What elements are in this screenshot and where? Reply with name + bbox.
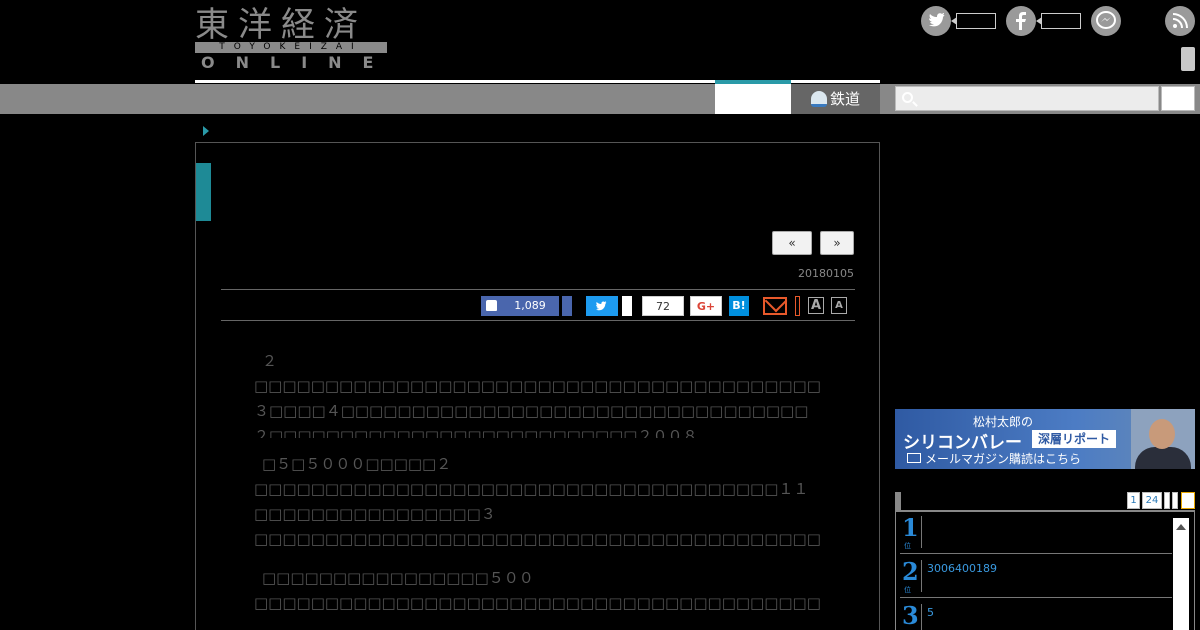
twitter-icon[interactable]: [921, 6, 951, 36]
facebook-like-button[interactable]: 1,089: [481, 296, 559, 316]
rank-number: 3: [902, 601, 919, 630]
newsletter-banner[interactable]: 松村太郎の シリコンバレー 深層リポート メールマガジン購読はこちら: [895, 409, 1195, 469]
tweet-button[interactable]: [586, 296, 618, 316]
rank-number: 1: [902, 513, 919, 542]
hatena-bookmark-button[interactable]: B!: [729, 296, 749, 316]
rank-separator: [921, 604, 922, 630]
article-title-accent: [196, 163, 211, 221]
article-paragraph: □□□□□□□□□□□□□□□□５００□□□□□□□□□□□□□□□□□□□□□…: [254, 569, 820, 612]
font-size-large-button[interactable]: A: [808, 297, 824, 314]
twitter-bird-glyph: [929, 13, 945, 27]
rank-separator: [921, 516, 922, 548]
logo-kanji: 東洋経済: [195, 5, 367, 45]
train-icon: [811, 91, 827, 107]
ranking-nav-tab-b[interactable]: [1172, 492, 1178, 509]
article-date: 20180105: [798, 267, 854, 280]
rss-glyph: [1172, 13, 1188, 29]
rank-separator: [921, 560, 922, 592]
site-logo[interactable]: 東洋経済 TOYOKEIZAI ONLINE: [195, 6, 388, 72]
rank-title: 3006400189: [927, 562, 997, 575]
search-icon: [902, 92, 913, 103]
article-card: « » 20180105 1,089 72 G+ B! A A ２□□□□□□□…: [195, 142, 880, 630]
nav-item-active[interactable]: [715, 84, 791, 114]
rss-icon[interactable]: [1165, 6, 1195, 36]
print-button[interactable]: [795, 296, 800, 316]
envelope-icon: [907, 453, 921, 463]
ranking-item[interactable]: 2 位 3006400189: [900, 554, 1172, 598]
ranking-nav-tab-a[interactable]: [1164, 492, 1170, 509]
ranking-scrollbar[interactable]: [1173, 518, 1189, 630]
rank-number: 2: [902, 557, 919, 586]
tweet-count-bubble: [622, 296, 632, 316]
like-count: 1,089: [514, 299, 546, 312]
facebook-count-bubble: [1036, 13, 1081, 29]
twitter-icon: [596, 301, 607, 311]
nav-item-railway-label: 鉄道: [830, 90, 861, 108]
ranking-item[interactable]: 3 位 5: [900, 598, 1172, 630]
thumbs-up-icon: [486, 300, 497, 311]
rank-title: 5: [927, 606, 934, 619]
page: 東洋経済 TOYOKEIZAI ONLINE 鉄道 « » 20180105 1…: [0, 0, 1200, 630]
rank-suffix: 位: [904, 542, 911, 550]
font-size-small-button[interactable]: A: [831, 297, 847, 314]
messenger-glyph: [1096, 11, 1116, 29]
google-plus-button[interactable]: G+: [690, 296, 722, 316]
author-photo-suit: [1135, 447, 1191, 469]
banner-badge: 深層リポート: [1032, 430, 1117, 448]
search-input[interactable]: [895, 86, 1159, 111]
share-bar-top-rule: [221, 289, 855, 290]
pocket-button[interactable]: 72: [642, 296, 684, 316]
banner-subtitle: メールマガジン購読はこちら: [925, 452, 1082, 466]
breadcrumb-arrow-icon[interactable]: [203, 126, 209, 136]
rank-suffix: 位: [904, 586, 911, 594]
nav-item-railway[interactable]: 鉄道: [791, 84, 880, 114]
facebook-share-button[interactable]: [562, 296, 572, 316]
article-paragraph: ２□□□□□□□□□□□□□□□□□□□□□□□□□□□□□□□□□□□□□□□…: [254, 352, 820, 438]
share-bar-bottom-rule: [221, 320, 855, 321]
article-body: ２□□□□□□□□□□□□□□□□□□□□□□□□□□□□□□□□□□□□□□□…: [254, 349, 820, 630]
messenger-icon[interactable]: [1091, 6, 1121, 36]
ranking-nav-1[interactable]: 1: [1127, 492, 1140, 509]
prev-page-button[interactable]: «: [772, 231, 812, 255]
scroll-up-icon[interactable]: [1176, 524, 1186, 530]
logo-roman: TOYOKEIZAI: [195, 42, 387, 53]
logo-online: ONLINE: [201, 53, 395, 72]
facebook-icon[interactable]: [1006, 6, 1036, 36]
ranking-nav-tab-c[interactable]: [1181, 492, 1195, 509]
twitter-count-bubble: [951, 13, 996, 29]
mail-icon[interactable]: [763, 297, 787, 315]
ranking-tab-marker: [895, 492, 901, 510]
pocket-count: 72: [656, 300, 670, 313]
login-button[interactable]: [1181, 47, 1195, 71]
article-paragraph: □５□５０００□□□□□２□□□□□□□□□□□□□□□□□□□□□□□□□□□…: [254, 455, 820, 548]
ranking-item[interactable]: 1 位: [900, 510, 1172, 554]
next-page-button[interactable]: »: [820, 231, 854, 255]
facebook-f-glyph: [1016, 12, 1026, 30]
author-photo-head: [1149, 419, 1175, 449]
search-button[interactable]: [1161, 86, 1195, 111]
ranking-nav-24[interactable]: 24: [1142, 492, 1162, 509]
